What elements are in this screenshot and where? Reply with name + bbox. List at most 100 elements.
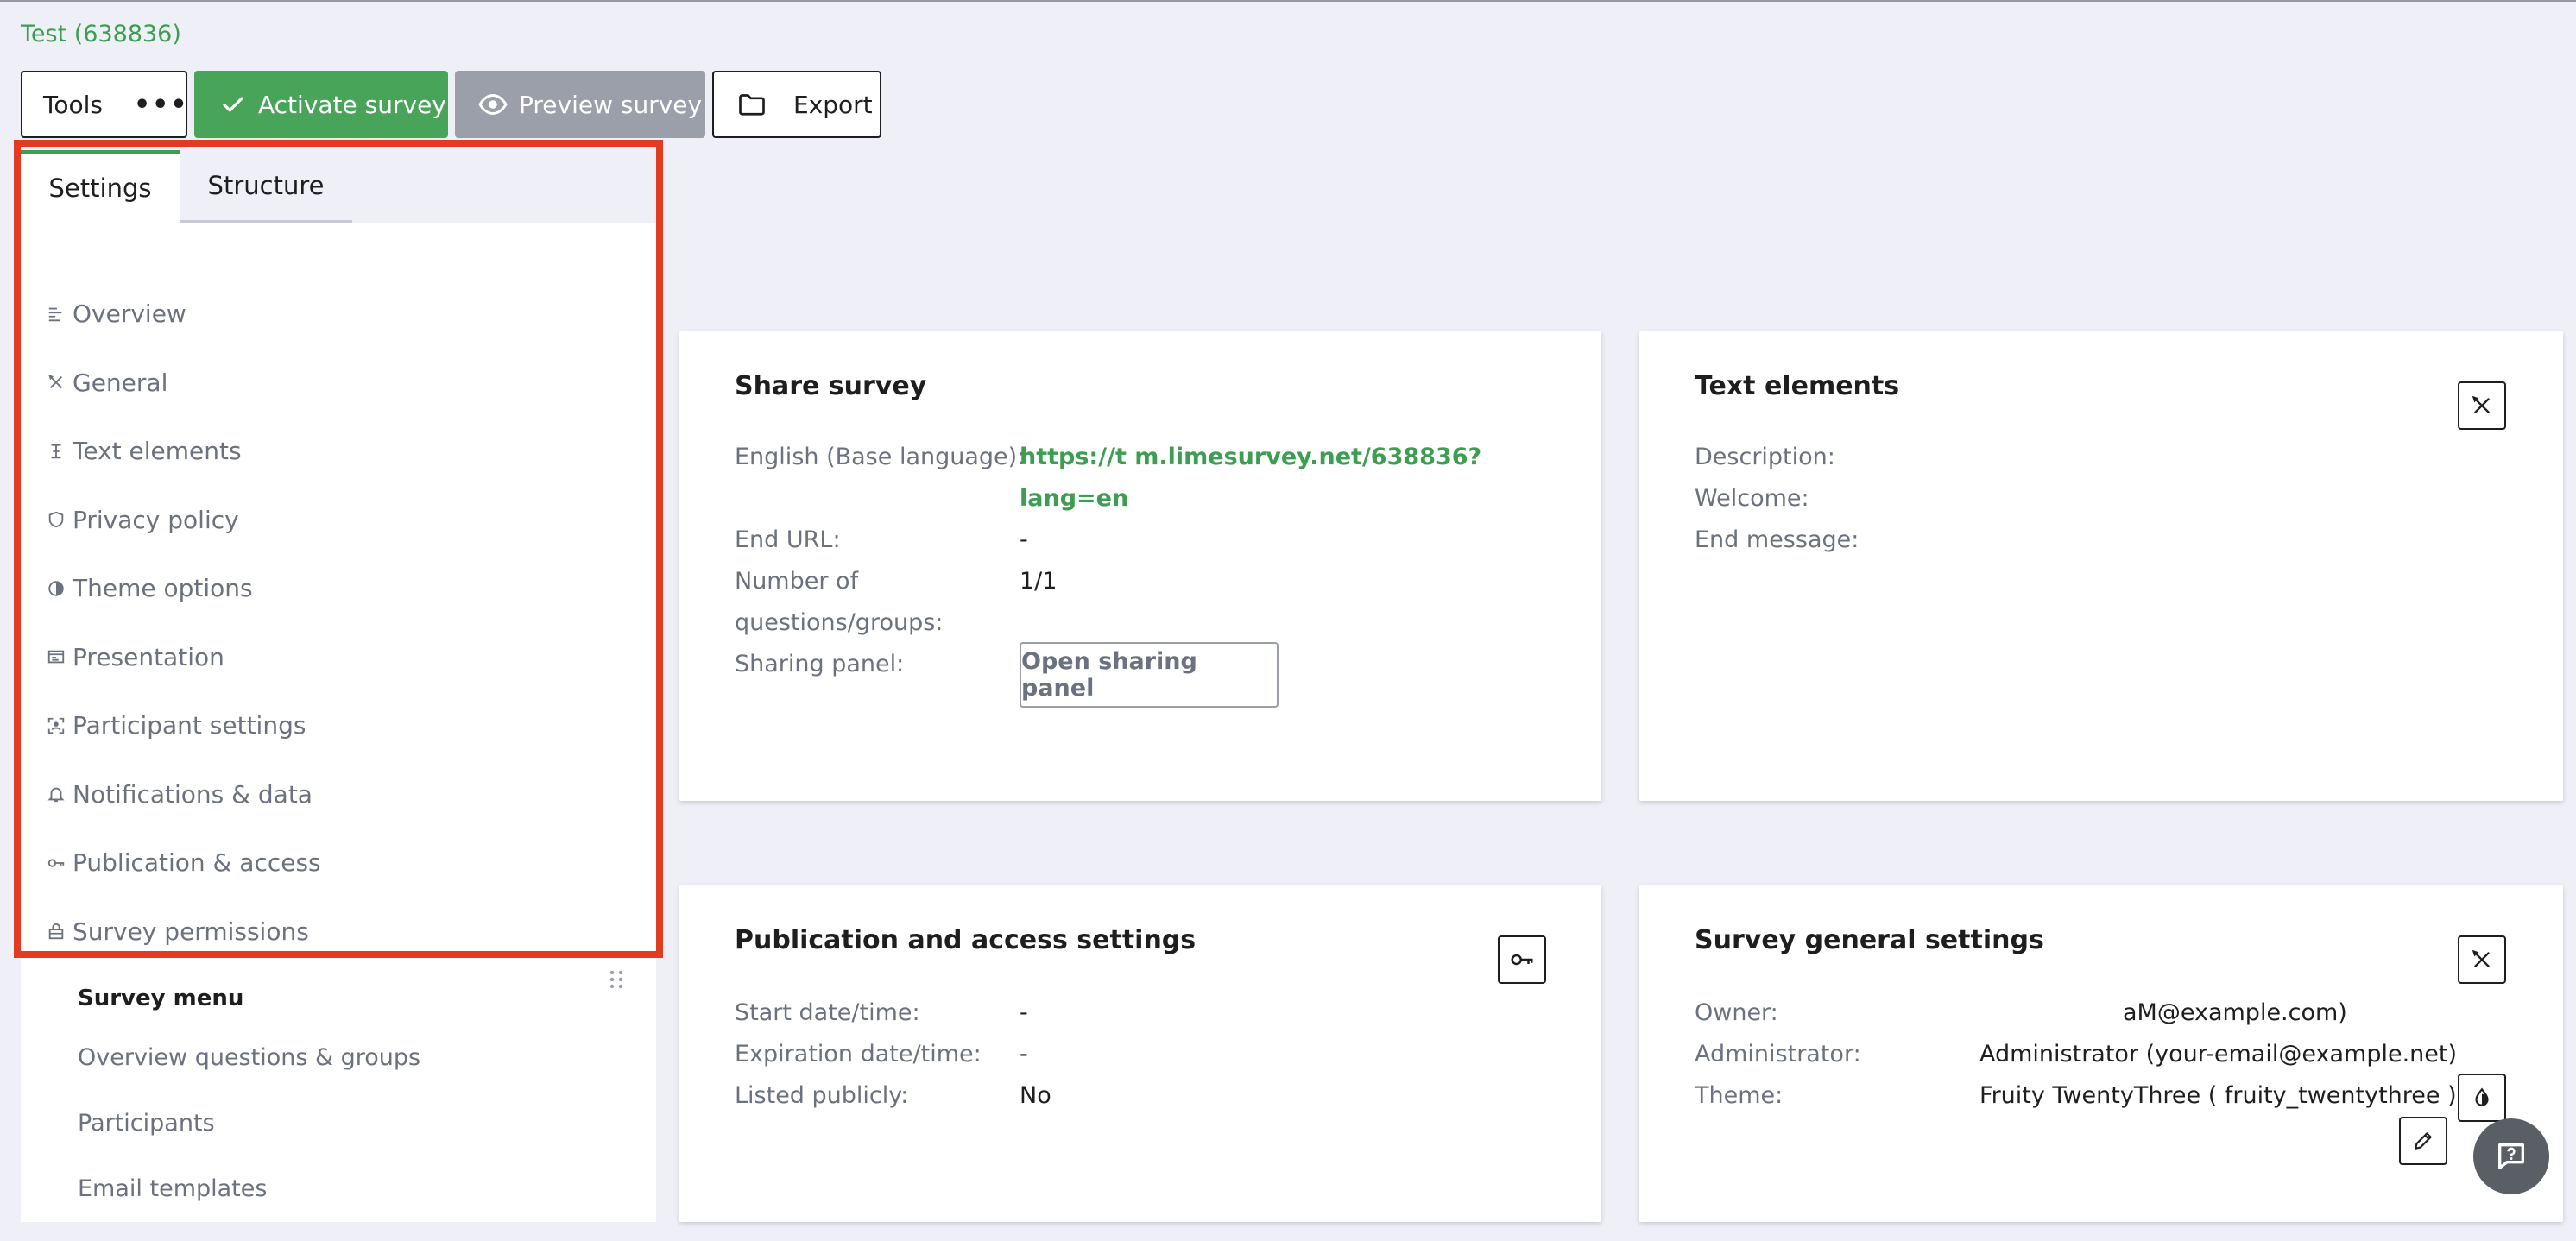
card-title: Survey general settings: [1695, 925, 2044, 955]
edit-publication-button[interactable]: [1498, 935, 1546, 984]
theme-label: Theme:: [1695, 1082, 1784, 1109]
sidebar-item-label: Privacy policy: [73, 505, 239, 534]
start-date-value: -: [1020, 999, 1028, 1026]
expiration-date-value: -: [1020, 1041, 1028, 1068]
survey-general-settings-card: Survey general settings Owner: aM@exampl…: [1639, 885, 2563, 1222]
card-title: Publication and access settings: [735, 925, 1196, 955]
lock-icon: [48, 923, 64, 940]
check-icon: [223, 97, 243, 112]
sidebar-item-text-elements[interactable]: Text elements: [21, 417, 656, 486]
survey-menu: Overview questions & groups Participants…: [78, 1044, 420, 1241]
sidebar-item-label: Text elements: [73, 437, 242, 466]
publication-access-card: Publication and access settings Start da…: [679, 885, 1601, 1222]
tools-icon: [2472, 949, 2490, 967]
sidebar-item-presentation[interactable]: Presentation: [21, 623, 656, 692]
sharing-panel-label: Sharing panel:: [735, 651, 905, 677]
listed-publicly-label: Listed publicly:: [735, 1082, 909, 1109]
start-date-label: Start date/time:: [735, 999, 920, 1026]
survey-menu-item[interactable]: Participants: [78, 1110, 420, 1175]
sidebar-item-label: Participant settings: [73, 711, 306, 740]
survey-url-link-cont[interactable]: lang=en: [1020, 478, 1128, 520]
sidebar-item-overview[interactable]: Overview: [21, 280, 656, 349]
listed-publicly-value: No: [1020, 1082, 1051, 1109]
tab-settings[interactable]: Settings: [21, 150, 180, 223]
survey-menu-title: Survey menu: [78, 986, 244, 1011]
droplet-icon: [2475, 1087, 2489, 1106]
expiration-date-label: Expiration date/time:: [735, 1041, 982, 1068]
share-survey-card: Share survey English (Base language): ht…: [679, 331, 1601, 801]
sidebar-item-participant-settings[interactable]: Participant settings: [21, 691, 656, 760]
activate-survey-label: Activate survey: [258, 90, 446, 119]
export-label: Export: [793, 90, 873, 119]
sidebar-item-general[interactable]: General: [21, 349, 656, 418]
end-url-label: End URL:: [735, 526, 841, 553]
overview-icon: [48, 307, 62, 321]
tab-structure[interactable]: Structure: [180, 150, 352, 223]
preview-survey-label: Preview survey: [519, 90, 703, 119]
tools-icon: [2472, 395, 2490, 413]
num-questions-label-cont: questions/groups:: [735, 609, 944, 636]
welcome-label: Welcome:: [1695, 485, 1809, 512]
sidebar-item-label: Notifications & data: [73, 779, 313, 809]
num-questions-value: 1/1: [1020, 568, 1058, 595]
sidebar-item-theme-options[interactable]: Theme options: [21, 554, 656, 623]
eye-icon: [478, 93, 508, 116]
bell-icon: [47, 788, 65, 803]
key-icon: [47, 859, 65, 867]
presentation-icon: [47, 650, 65, 664]
theme-options-button[interactable]: [2458, 1074, 2506, 1122]
settings-menu: Overview General Text elements Privacy p…: [21, 280, 656, 966]
sidebar-panel: Settings Structure Overview General Text…: [21, 150, 656, 1222]
owner-value: aM@example.com): [2123, 999, 2347, 1026]
sidebar-item-label: Overview: [73, 299, 186, 329]
survey-menu-item[interactable]: Overview questions & groups: [78, 1044, 420, 1110]
participant-icon: [47, 717, 65, 734]
survey-url-link[interactable]: https://t m.limesurvey.net/638836?: [1020, 437, 1481, 478]
text-elements-card: Text elements Description: Welcome: End …: [1639, 331, 2563, 801]
folder-icon: [739, 94, 765, 116]
sidebar-item-label: Publication & access: [73, 848, 321, 878]
more-options-icon[interactable]: •••: [134, 90, 189, 120]
card-title: Text elements: [1695, 371, 1900, 401]
open-sharing-panel-button[interactable]: Open sharing panel: [1020, 642, 1279, 708]
administrator-value: Administrator (your-email@example.net): [1979, 1041, 2457, 1068]
survey-title[interactable]: Test (638836): [21, 21, 181, 47]
activate-survey-button[interactable]: Activate survey: [194, 71, 448, 138]
export-button[interactable]: Export: [712, 71, 881, 138]
end-message-label: End message:: [1695, 526, 1859, 553]
sidebar-tabs: Settings Structure: [21, 150, 656, 223]
administrator-label: Administrator:: [1695, 1041, 1861, 1068]
sidebar-item-label: Survey permissions: [73, 917, 309, 946]
sidebar-item-survey-permissions[interactable]: Survey permissions: [21, 898, 656, 967]
tools-label: Tools: [43, 90, 103, 119]
pencil-icon: [2415, 1132, 2432, 1150]
toolbar: Tools ••• Activate survey Preview survey…: [21, 71, 881, 138]
sidebar-item-publication-access[interactable]: Publication & access: [21, 828, 656, 898]
sidebar-item-notifications-data[interactable]: Notifications & data: [21, 760, 656, 829]
contrast-icon: [48, 581, 64, 596]
survey-menu-item[interactable]: Email templates: [78, 1175, 420, 1241]
edit-text-elements-button[interactable]: [2458, 381, 2506, 430]
card-title: Share survey: [735, 371, 927, 401]
sidebar-item-label: General: [73, 368, 168, 397]
sidebar-item-label: Presentation: [73, 642, 224, 671]
tools-icon: [48, 375, 63, 389]
help-chat-button[interactable]: [2473, 1118, 2549, 1194]
theme-value: Fruity TwentyThree ( fruity_twentythree …: [1979, 1082, 2457, 1109]
base-language-label: English (Base language):: [735, 444, 1026, 470]
description-label: Description:: [1695, 444, 1835, 470]
edit-general-settings-button[interactable]: [2458, 935, 2506, 984]
top-border: [0, 0, 2576, 2]
end-url-value: -: [1020, 526, 1028, 553]
shield-icon: [48, 512, 64, 528]
preview-survey-button[interactable]: Preview survey: [455, 71, 705, 138]
key-icon: [1511, 954, 1533, 966]
edit-theme-button[interactable]: [2399, 1117, 2447, 1165]
sidebar-item-privacy-policy[interactable]: Privacy policy: [21, 486, 656, 555]
chat-help-icon: [2498, 1143, 2524, 1169]
tools-button[interactable]: Tools •••: [21, 71, 187, 138]
drag-handle-icon[interactable]: [608, 968, 625, 994]
sidebar-item-label: Theme options: [73, 574, 253, 603]
owner-label: Owner:: [1695, 999, 1778, 1026]
num-questions-label: Number of: [735, 568, 859, 595]
